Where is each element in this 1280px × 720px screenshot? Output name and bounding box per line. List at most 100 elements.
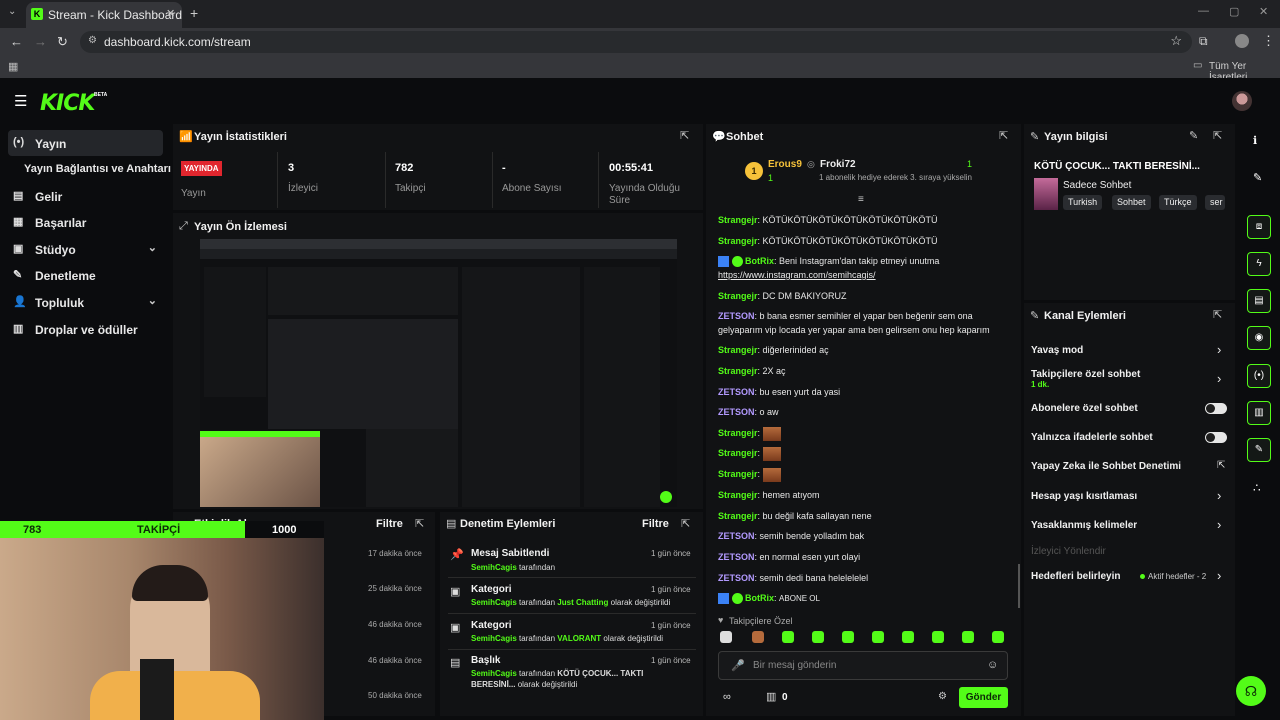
chat-bubble-button[interactable]: ◉ bbox=[1247, 326, 1271, 350]
close-tab-icon[interactable]: ✕ bbox=[166, 7, 175, 20]
chat-settings-icon[interactable]: ⚙ bbox=[938, 691, 947, 702]
emoji-icon[interactable]: ☺ bbox=[987, 659, 998, 671]
emote-icon[interactable] bbox=[782, 631, 794, 643]
emote-icon[interactable] bbox=[872, 631, 884, 643]
sidebar-item-moderation[interactable]: ✎ Denetleme bbox=[8, 262, 163, 288]
emote-image bbox=[762, 467, 781, 482]
banned-words-label[interactable]: Yasaklanmış kelimeler bbox=[1031, 520, 1137, 531]
subscribers-only-toggle[interactable] bbox=[1205, 403, 1227, 414]
back-icon[interactable]: ← bbox=[10, 34, 23, 49]
sidebar-item-drops[interactable]: ▥ Droplar ve ödüller bbox=[8, 316, 163, 342]
popout-icon[interactable]: ⇱ bbox=[1213, 129, 1222, 142]
chevron-down-icon: ⌄ bbox=[147, 242, 157, 254]
store-icon[interactable]: ▥ bbox=[766, 690, 776, 703]
account-age-label[interactable]: Hesap yaşı kısıtlaması bbox=[1031, 491, 1137, 502]
support-chat-icon[interactable]: ☊ bbox=[1236, 676, 1266, 706]
category-name[interactable]: Sadece Sohbet bbox=[1063, 180, 1131, 191]
slow-mode-label[interactable]: Yavaş mod bbox=[1031, 345, 1083, 356]
tab-search-icon[interactable]: ⌄ bbox=[8, 6, 16, 17]
popout-icon[interactable]: ⇱ bbox=[680, 129, 689, 142]
microphone-icon[interactable]: 🎤 bbox=[731, 659, 745, 672]
reload-icon[interactable]: ↻ bbox=[57, 34, 68, 50]
emote-icon[interactable] bbox=[902, 631, 914, 643]
followers-only-chat-label[interactable]: Takipçilere özel sohbet bbox=[1031, 369, 1140, 380]
stream-preview-video[interactable] bbox=[200, 239, 677, 507]
new-tab-icon[interactable]: + bbox=[190, 5, 198, 21]
emote-icon[interactable] bbox=[932, 631, 944, 643]
mod-filter-button[interactable]: Filtre bbox=[642, 518, 669, 530]
mod-entry-time: 1 gün önce bbox=[651, 585, 691, 594]
play-indicator-icon bbox=[660, 491, 672, 503]
sidebar-item-revenue[interactable]: ▤ Gelir bbox=[8, 183, 163, 209]
info-icon[interactable]: ℹ bbox=[1253, 134, 1257, 147]
chevron-right-icon[interactable]: › bbox=[1217, 517, 1221, 532]
hamburger-menu-icon[interactable]: ☰ bbox=[14, 92, 27, 110]
chevron-right-icon[interactable]: › bbox=[1217, 371, 1221, 386]
sidebar-item-stream-key[interactable]: Yayın Bağlantısı ve Anahtarı bbox=[8, 156, 178, 182]
popout-icon[interactable]: ⇱ bbox=[415, 517, 424, 530]
emote-icon[interactable] bbox=[842, 631, 854, 643]
popout-icon[interactable]: ⇱ bbox=[999, 129, 1008, 142]
tag-chip[interactable]: Turkish bbox=[1063, 195, 1103, 210]
broadcast-button[interactable]: (•) bbox=[1247, 364, 1271, 388]
activity-time: 25 dakika önce bbox=[368, 584, 422, 593]
user-avatar[interactable] bbox=[1232, 91, 1252, 111]
channel-actions-title: Kanal Eylemleri bbox=[1044, 310, 1126, 322]
tag-chip[interactable]: ser bbox=[1205, 195, 1225, 210]
points-icon[interactable]: ∴ bbox=[1253, 481, 1261, 495]
emote-icon[interactable] bbox=[720, 631, 732, 643]
minimize-icon[interactable]: — bbox=[1198, 5, 1209, 17]
channel-points-icon[interactable]: ∞ bbox=[723, 691, 731, 703]
followers-only-duration: 1 dk. bbox=[1031, 380, 1050, 389]
site-info-icon[interactable]: ⚙ bbox=[88, 35, 97, 46]
chevron-right-icon[interactable]: › bbox=[1217, 488, 1221, 503]
extensions-icon[interactable]: ⧉ bbox=[1199, 34, 1208, 49]
store-button[interactable]: ▥ bbox=[1247, 401, 1271, 425]
lightning-button[interactable]: ϟ bbox=[1247, 252, 1271, 276]
collapse-pinned-icon[interactable]: ≡ bbox=[858, 194, 864, 205]
emote-icon[interactable] bbox=[962, 631, 974, 643]
sidebar-item-stream[interactable]: (•) Yayın bbox=[8, 130, 163, 156]
edit-icon[interactable]: ✎ bbox=[1253, 171, 1262, 184]
emote-icon[interactable] bbox=[992, 631, 1004, 643]
browser-menu-icon[interactable]: ⋮ bbox=[1262, 33, 1275, 49]
tools-button[interactable]: ✎ bbox=[1247, 438, 1271, 462]
profile-icon[interactable] bbox=[1235, 34, 1249, 48]
goals-label[interactable]: Hedefleri belirleyin bbox=[1031, 571, 1120, 582]
stream-info-title: Yayın bilgisi bbox=[1044, 131, 1108, 143]
gifter-name[interactable]: Erous9 bbox=[768, 159, 802, 170]
browser-tab[interactable]: K Stream - Kick Dashboard ✕ bbox=[26, 2, 182, 28]
activity-filter-button[interactable]: Filtre bbox=[376, 518, 403, 530]
chevron-right-icon[interactable]: › bbox=[1217, 342, 1221, 357]
edit-icon[interactable]: ✎ bbox=[1189, 129, 1198, 142]
notes-button[interactable]: ▤ bbox=[1247, 289, 1271, 313]
external-link-icon[interactable]: ⇱ bbox=[1217, 460, 1225, 471]
bookmark-star-icon[interactable]: ☆ bbox=[1170, 33, 1182, 49]
emote-icon[interactable] bbox=[752, 631, 764, 643]
chat-link[interactable]: https://www.instagram.com/semihcagis/ bbox=[718, 270, 876, 280]
popout-icon[interactable]: ⇱ bbox=[681, 517, 690, 530]
gifter2-name[interactable]: Froki72 bbox=[820, 159, 856, 170]
sidebar-item-achievements[interactable]: ▦ Başarılar bbox=[8, 209, 163, 235]
clip-button[interactable]: ⧈ bbox=[1247, 215, 1271, 239]
kick-logo[interactable]: KICK bbox=[40, 91, 95, 116]
chevron-right-icon[interactable]: › bbox=[1217, 568, 1221, 583]
sidebar-item-community[interactable]: 👤 Topluluk ⌄ bbox=[8, 289, 163, 315]
forward-icon[interactable]: → bbox=[34, 34, 47, 49]
chat-input[interactable]: 🎤 Bir mesaj gönderin ☺ bbox=[718, 651, 1008, 680]
emotes-only-toggle[interactable] bbox=[1205, 432, 1227, 443]
divider bbox=[448, 577, 696, 578]
close-window-icon[interactable]: ✕ bbox=[1259, 5, 1268, 18]
popout-icon[interactable]: ⇱ bbox=[1213, 308, 1222, 321]
send-button[interactable]: Gönder bbox=[959, 687, 1008, 708]
address-bar[interactable]: ⚙ dashboard.kick.com/stream ☆ bbox=[80, 31, 1192, 53]
preview-title: Yayın Ön İzlemesi bbox=[194, 221, 287, 233]
maximize-icon[interactable]: ▢ bbox=[1229, 5, 1239, 18]
sidebar-item-studio[interactable]: ▣ Stüdyo ⌄ bbox=[8, 236, 163, 262]
chat-scrollbar[interactable] bbox=[1018, 564, 1020, 608]
tag-chip[interactable]: Sohbet bbox=[1112, 195, 1151, 210]
apps-grid-icon[interactable]: ▦ bbox=[8, 60, 18, 73]
ai-moderation-label[interactable]: Yapay Zeka ile Sohbet Denetimi bbox=[1031, 461, 1181, 472]
tag-chip[interactable]: Türkçe bbox=[1159, 195, 1197, 210]
emote-icon[interactable] bbox=[812, 631, 824, 643]
